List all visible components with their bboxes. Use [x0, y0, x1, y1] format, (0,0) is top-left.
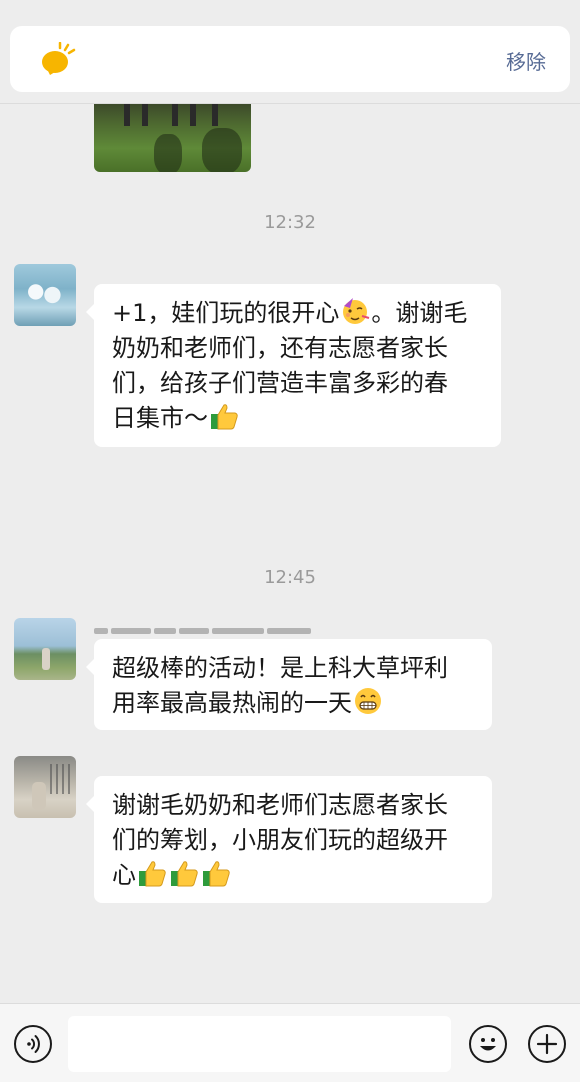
- plus-icon: [536, 1033, 558, 1055]
- message-line: 们，给孩子们营造丰富多彩的春: [112, 369, 448, 397]
- photo-detail: [172, 104, 178, 126]
- avatar[interactable]: [14, 264, 76, 326]
- photo-detail: [154, 134, 182, 172]
- thumbs-up-emoji: [171, 861, 198, 887]
- photo-detail: [202, 128, 242, 172]
- photo-detail: [142, 104, 148, 126]
- photo-detail: [190, 104, 196, 126]
- avatar[interactable]: [14, 756, 76, 818]
- timestamp: 12:32: [264, 212, 316, 233]
- message-input[interactable]: [68, 1016, 451, 1072]
- remove-button[interactable]: 移除: [506, 46, 546, 75]
- thumbs-up-emoji: [203, 861, 230, 887]
- thumbs-up-emoji: [211, 404, 238, 430]
- message-line: 日集市～: [112, 401, 483, 436]
- message-bubble[interactable]: 超级棒的活动！是上科大草坪利 用率最高最热闹的一天: [86, 639, 492, 730]
- thumbs-up-emoji: [139, 861, 166, 887]
- plus-button[interactable]: [528, 1025, 566, 1063]
- message-bubble[interactable]: 谢谢毛奶奶和老师们志愿者家长 们的筹划，小朋友们玩的超级开 心: [86, 776, 492, 903]
- grin-emoji: [355, 688, 381, 714]
- divider: [0, 103, 580, 104]
- message-bubble[interactable]: +1，娃们玩的很开心 。谢谢毛 奶奶和老师们，还有志愿者家长 们，给孩子们营造丰…: [86, 284, 501, 447]
- emoji-icon: [480, 1038, 496, 1051]
- bulb-icon: [42, 42, 76, 75]
- avatar[interactable]: [14, 618, 76, 680]
- message-line: 用率最高最热闹的一天: [112, 686, 474, 721]
- message-line: 们的筹划，小朋友们玩的超级开: [112, 826, 448, 854]
- photo-message[interactable]: [94, 104, 251, 172]
- voice-button[interactable]: [14, 1025, 52, 1063]
- message-line: 心: [112, 858, 474, 893]
- message-line: 奶奶和老师们，还有志愿者家长: [112, 334, 448, 362]
- message-line: +1，娃们玩的很开心 。谢谢毛: [112, 296, 483, 331]
- party-face-emoji: [343, 298, 370, 324]
- emoji-button[interactable]: [469, 1025, 507, 1063]
- photo-detail: [212, 104, 218, 126]
- message-line: 超级棒的活动！是上科大草坪利: [112, 654, 448, 682]
- message-line: 谢谢毛奶奶和老师们志愿者家长: [112, 791, 448, 819]
- notification-bar: 移除: [10, 26, 570, 92]
- photo-detail: [124, 104, 130, 126]
- voice-icon: [27, 1035, 40, 1053]
- timestamp: 12:45: [264, 567, 316, 588]
- sender-name-cropped: [94, 618, 334, 634]
- input-bar: [0, 1003, 580, 1082]
